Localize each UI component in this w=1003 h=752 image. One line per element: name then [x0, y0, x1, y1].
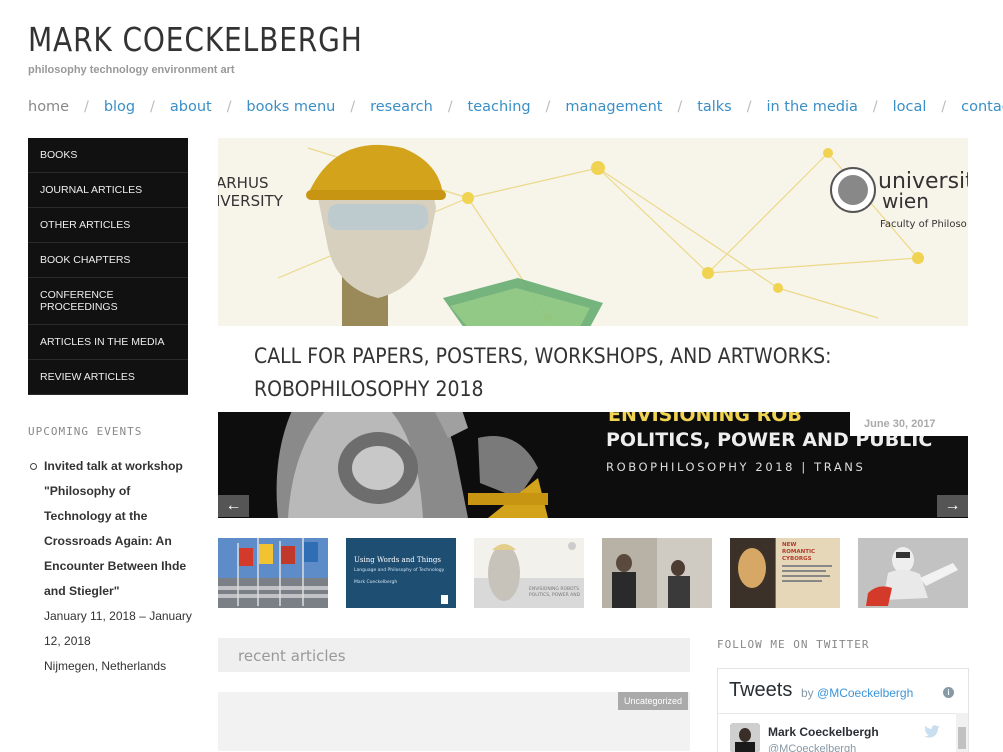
event-title[interactable]: Invited talk at workshop "Philosophy of …	[44, 454, 193, 604]
event-location: Nijmegen, Netherlands	[44, 659, 167, 673]
slide-date: June 30, 2017	[850, 412, 968, 436]
nav-separator: /	[150, 99, 155, 115]
tweet-author-name[interactable]: Mark Coeckelbergh	[768, 725, 879, 739]
thumbnail-book-cyborgs[interactable]: NEW ROMANTIC CYBORGS	[730, 538, 840, 608]
site-tagline: philosophy technology environment art	[28, 64, 235, 76]
event-dates: January 11, 2018 – January 12, 2018	[44, 609, 192, 648]
tweets-by: by @MCoeckelbergh	[801, 686, 913, 700]
svg-text:ROMANTIC: ROMANTIC	[782, 549, 815, 555]
sidebar-item-review-articles[interactable]: REVIEW ARTICLES	[28, 360, 188, 395]
scrollbar-thumb[interactable]	[958, 727, 966, 749]
events-list: Invited talk at workshop "Philosophy of …	[28, 454, 193, 679]
nav-separator: /	[350, 99, 356, 115]
nav-home[interactable]: home	[28, 99, 69, 115]
article-card[interactable]: Uncategorized	[218, 692, 690, 751]
nav-separator: /	[677, 99, 683, 115]
slide-caption-box: CALL FOR PAPERS, POSTERS, WORKSHOPS, AND…	[218, 326, 968, 412]
svg-text:IVERSITY: IVERSITY	[218, 192, 284, 210]
nav-separator: /	[545, 99, 551, 115]
svg-text:NEW: NEW	[782, 542, 796, 548]
nav-separator: /	[447, 99, 453, 115]
bullet-icon	[30, 463, 37, 470]
twitter-widget: Tweets by @MCoeckelbergh i Mark Coeckelb…	[717, 668, 969, 752]
twitter-handle-link[interactable]: @MCoeckelbergh	[817, 686, 913, 700]
slider-thumbnails: Using Words and Things Language and Phil…	[218, 538, 968, 608]
nav-about[interactable]: about	[170, 99, 212, 115]
nav-management[interactable]: management	[565, 99, 662, 115]
twitter-scrollbar[interactable]	[956, 713, 968, 752]
nav-separator: /	[872, 99, 878, 115]
sidebar-item-other-articles[interactable]: OTHER ARTICLES	[28, 208, 188, 243]
thumbnail-flags[interactable]	[218, 538, 328, 608]
nav-research[interactable]: research	[370, 99, 433, 115]
nav-talks[interactable]: talks	[697, 99, 732, 115]
nav-separator: /	[746, 99, 752, 115]
sidebar-item-journal-articles[interactable]: JOURNAL ARTICLES	[28, 173, 188, 208]
divider	[718, 713, 968, 714]
svg-text:wien: wien	[882, 189, 929, 213]
slider-next-button[interactable]: →	[937, 495, 968, 517]
nav-separator: /	[84, 99, 89, 115]
nav-local[interactable]: local	[893, 99, 927, 115]
svg-text:CYBORGS: CYBORGS	[782, 556, 812, 562]
tweets-by-label: by	[801, 686, 814, 700]
main-nav: home / blog / about / books menu / research /…	[28, 96, 1003, 118]
svg-text:Language and Philosophy of Tec: Language and Philosophy of Technology	[354, 567, 445, 573]
avatar[interactable]	[730, 723, 760, 752]
thumbnail-robot-hand[interactable]	[858, 538, 968, 608]
thumbnail-talk-photo[interactable]	[602, 538, 712, 608]
avatar-image	[730, 723, 760, 752]
svg-text:Mark Coeckelbergh: Mark Coeckelbergh	[354, 579, 397, 585]
twitter-heading: FOLLOW ME ON TWITTER	[717, 638, 870, 651]
slider-prev-button[interactable]: ←	[218, 495, 249, 517]
featured-slider: ARHUS IVERSITY universit wien Faculty of…	[218, 138, 968, 518]
svg-text:Using Words and Things: Using Words and Things	[354, 556, 441, 564]
svg-text:POLITICS, POWER AND: POLITICS, POWER AND	[529, 592, 581, 598]
category-badge[interactable]: Uncategorized	[617, 692, 688, 710]
sidebar-item-articles-in-the-media[interactable]: ARTICLES IN THE MEDIA	[28, 325, 188, 360]
sidebar-item-conference-proceedings[interactable]: CONFERENCE PROCEEDINGS	[28, 278, 188, 325]
sidebar-item-books[interactable]: BOOKS	[28, 138, 188, 173]
nav-teaching[interactable]: teaching	[468, 99, 531, 115]
nav-books-menu[interactable]: books menu	[246, 99, 335, 115]
info-icon[interactable]: i	[943, 687, 954, 698]
nav-contact[interactable]: contact	[961, 99, 1003, 115]
nav-separator: /	[941, 99, 947, 115]
recent-articles-bar: recent articles	[218, 638, 690, 672]
upcoming-events-heading: UPCOMING EVENTS	[28, 425, 143, 438]
event-item: Invited talk at workshop "Philosophy of …	[28, 454, 193, 679]
recent-articles-heading: recent articles	[238, 647, 346, 665]
thumbnail-robophilosophy[interactable]: ENVISIONING ROBOTS POLITICS, POWER AND	[474, 538, 584, 608]
tweets-title: Tweets	[729, 679, 793, 701]
svg-text:ROBOPHILOSOPHY 2018 | TRAN: ROBOPHILOSOPHY 2018 | TRANS	[606, 460, 865, 474]
thumbnail-book-using-words[interactable]: Using Words and Things Language and Phil…	[346, 538, 456, 608]
nav-in-the-media[interactable]: in the media	[766, 99, 857, 115]
sidebar-item-book-chapters[interactable]: BOOK CHAPTERS	[28, 243, 188, 278]
svg-text:Faculty of Philoso: Faculty of Philoso	[880, 219, 967, 230]
twitter-bird-icon[interactable]	[923, 725, 941, 739]
sidebar-menu: BOOKS JOURNAL ARTICLES OTHER ARTICLES BO…	[28, 138, 188, 395]
aarhus-logo-text: ARHUS	[218, 174, 268, 192]
nav-separator: /	[226, 99, 232, 115]
nav-blog[interactable]: blog	[104, 99, 135, 115]
site-title[interactable]: MARK COECKELBERGH	[28, 20, 363, 59]
slide-caption[interactable]: CALL FOR PAPERS, POSTERS, WORKSHOPS, AND…	[254, 340, 848, 406]
svg-text:ENVISIONING ROBOTS: ENVISIONING ROBOTS	[529, 586, 579, 592]
